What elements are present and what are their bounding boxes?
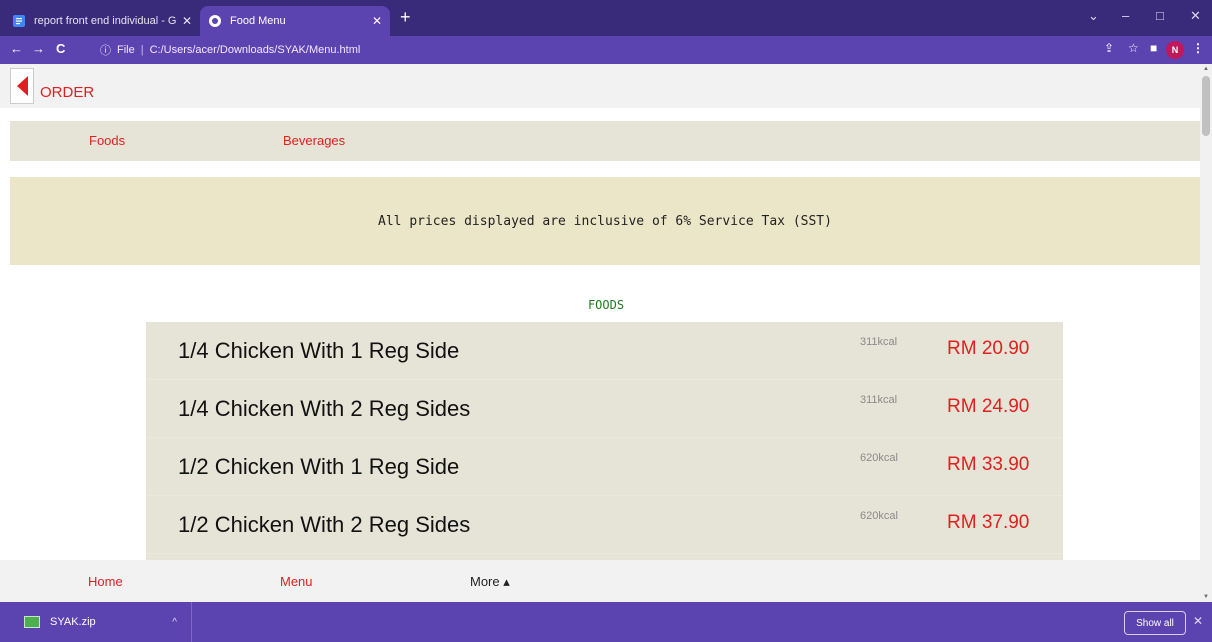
left-triangle-icon bbox=[16, 76, 28, 96]
item-name: 1/2 Chicken With 1 Reg Side bbox=[178, 454, 460, 479]
menu-item[interactable]: 1/4 Chicken With 2 Reg Sides 311kcal RM … bbox=[146, 380, 1063, 438]
address-separator: | bbox=[140, 44, 144, 56]
address-scheme: File bbox=[117, 44, 135, 56]
back-arrow-icon[interactable]: ← bbox=[10, 41, 23, 56]
menu-item[interactable]: 1/4 Chicken With 1 Reg Side 311kcal RM 2… bbox=[146, 322, 1063, 380]
item-name: 1/2 Chicken With 2 Reg Sides bbox=[178, 512, 471, 537]
profile-avatar[interactable]: N bbox=[1166, 41, 1184, 59]
order-header: ORDER bbox=[0, 64, 1200, 108]
item-kcal: 620kcal bbox=[860, 510, 898, 522]
tab-report[interactable]: report front end individual - Goo ✕ bbox=[4, 6, 200, 36]
new-tab-button[interactable]: + bbox=[400, 8, 411, 26]
item-price: RM 33.90 bbox=[947, 454, 1030, 475]
scroll-down-icon[interactable]: ▼ bbox=[1203, 594, 1209, 600]
forward-arrow-icon[interactable]: → bbox=[32, 41, 45, 56]
home-link[interactable]: Home bbox=[88, 574, 123, 589]
maximize-button[interactable]: □ bbox=[1156, 8, 1164, 23]
close-downloads-icon[interactable]: ✕ bbox=[1193, 614, 1203, 628]
item-kcal: 620kcal bbox=[860, 452, 898, 464]
more-dropdown[interactable]: More ▴ bbox=[470, 574, 510, 590]
browser-tab-strip: report front end individual - Goo ✕ Food… bbox=[0, 0, 1212, 36]
item-kcal: 311kcal bbox=[860, 394, 898, 406]
bottom-nav: Home Menu More ▴ bbox=[0, 560, 1200, 602]
scroll-up-icon[interactable]: ▲ bbox=[1203, 66, 1209, 72]
info-icon[interactable]: ⓘ bbox=[100, 42, 111, 58]
minimize-button[interactable]: – bbox=[1122, 8, 1129, 23]
menu-item[interactable]: 1/2 Chicken With 2 Reg Sides 620kcal RM … bbox=[146, 496, 1063, 554]
page-viewport: ORDER Foods Beverages All prices display… bbox=[0, 64, 1200, 602]
tax-notice-text: All prices displayed are inclusive of 6%… bbox=[378, 213, 832, 229]
item-kcal: 311kcal bbox=[860, 336, 898, 348]
browser-toolbar: ← → C ⓘ File | C:/Users/acer/Downloads/S… bbox=[0, 36, 1212, 64]
globe-icon bbox=[209, 15, 221, 27]
menu-item[interactable]: 1/2 Chicken With 1 Reg Side 620kcal RM 3… bbox=[146, 438, 1063, 496]
tab-search-icon[interactable]: ⌄ bbox=[1088, 8, 1099, 24]
item-name: 1/4 Chicken With 2 Reg Sides bbox=[178, 396, 471, 421]
kebab-menu-icon[interactable]: ⋮ bbox=[1192, 41, 1204, 55]
category-beverages-link[interactable]: Beverages bbox=[283, 133, 345, 148]
close-tab-icon[interactable]: ✕ bbox=[366, 14, 382, 28]
tax-notice: All prices displayed are inclusive of 6%… bbox=[10, 177, 1200, 265]
back-button[interactable] bbox=[10, 68, 34, 104]
chevron-up-icon[interactable]: ^ bbox=[172, 617, 177, 628]
category-foods-link[interactable]: Foods bbox=[89, 133, 125, 148]
reload-icon[interactable]: C bbox=[56, 41, 65, 56]
bookmark-star-icon[interactable]: ☆ bbox=[1128, 41, 1139, 55]
scroll-thumb[interactable] bbox=[1202, 76, 1210, 136]
address-path: C:/Users/acer/Downloads/SYAK/Menu.html bbox=[149, 44, 361, 56]
side-panel-icon[interactable]: ■ bbox=[1150, 41, 1157, 55]
item-price: RM 24.90 bbox=[947, 396, 1030, 417]
item-price: RM 20.90 bbox=[947, 338, 1030, 359]
close-tab-icon[interactable]: ✕ bbox=[176, 14, 192, 28]
downloads-bar: SYAK.zip ^ Show all ✕ bbox=[0, 602, 1212, 642]
download-item[interactable]: SYAK.zip ^ bbox=[10, 602, 192, 642]
menu-link[interactable]: Menu bbox=[280, 574, 313, 589]
item-price: RM 37.90 bbox=[947, 512, 1030, 533]
page-title: ORDER bbox=[40, 84, 95, 101]
docs-icon bbox=[13, 15, 25, 27]
tab-food-menu[interactable]: Food Menu ✕ bbox=[200, 6, 390, 36]
show-all-button[interactable]: Show all bbox=[1124, 611, 1186, 635]
page-scrollbar[interactable]: ▲ ▼ bbox=[1200, 64, 1212, 602]
zip-file-icon bbox=[24, 616, 40, 628]
category-nav: Foods Beverages bbox=[10, 121, 1200, 161]
close-window-button[interactable]: ✕ bbox=[1190, 8, 1201, 24]
section-title: FOODS bbox=[587, 298, 625, 312]
share-icon[interactable]: ⇪ bbox=[1104, 41, 1114, 55]
download-file-name: SYAK.zip bbox=[50, 616, 96, 628]
tab-title: report front end individual - Goo bbox=[34, 15, 176, 27]
address-bar[interactable]: ⓘ File | C:/Users/acer/Downloads/SYAK/Me… bbox=[100, 42, 360, 58]
tab-title: Food Menu bbox=[230, 15, 286, 27]
item-name: 1/4 Chicken With 1 Reg Side bbox=[178, 338, 460, 363]
